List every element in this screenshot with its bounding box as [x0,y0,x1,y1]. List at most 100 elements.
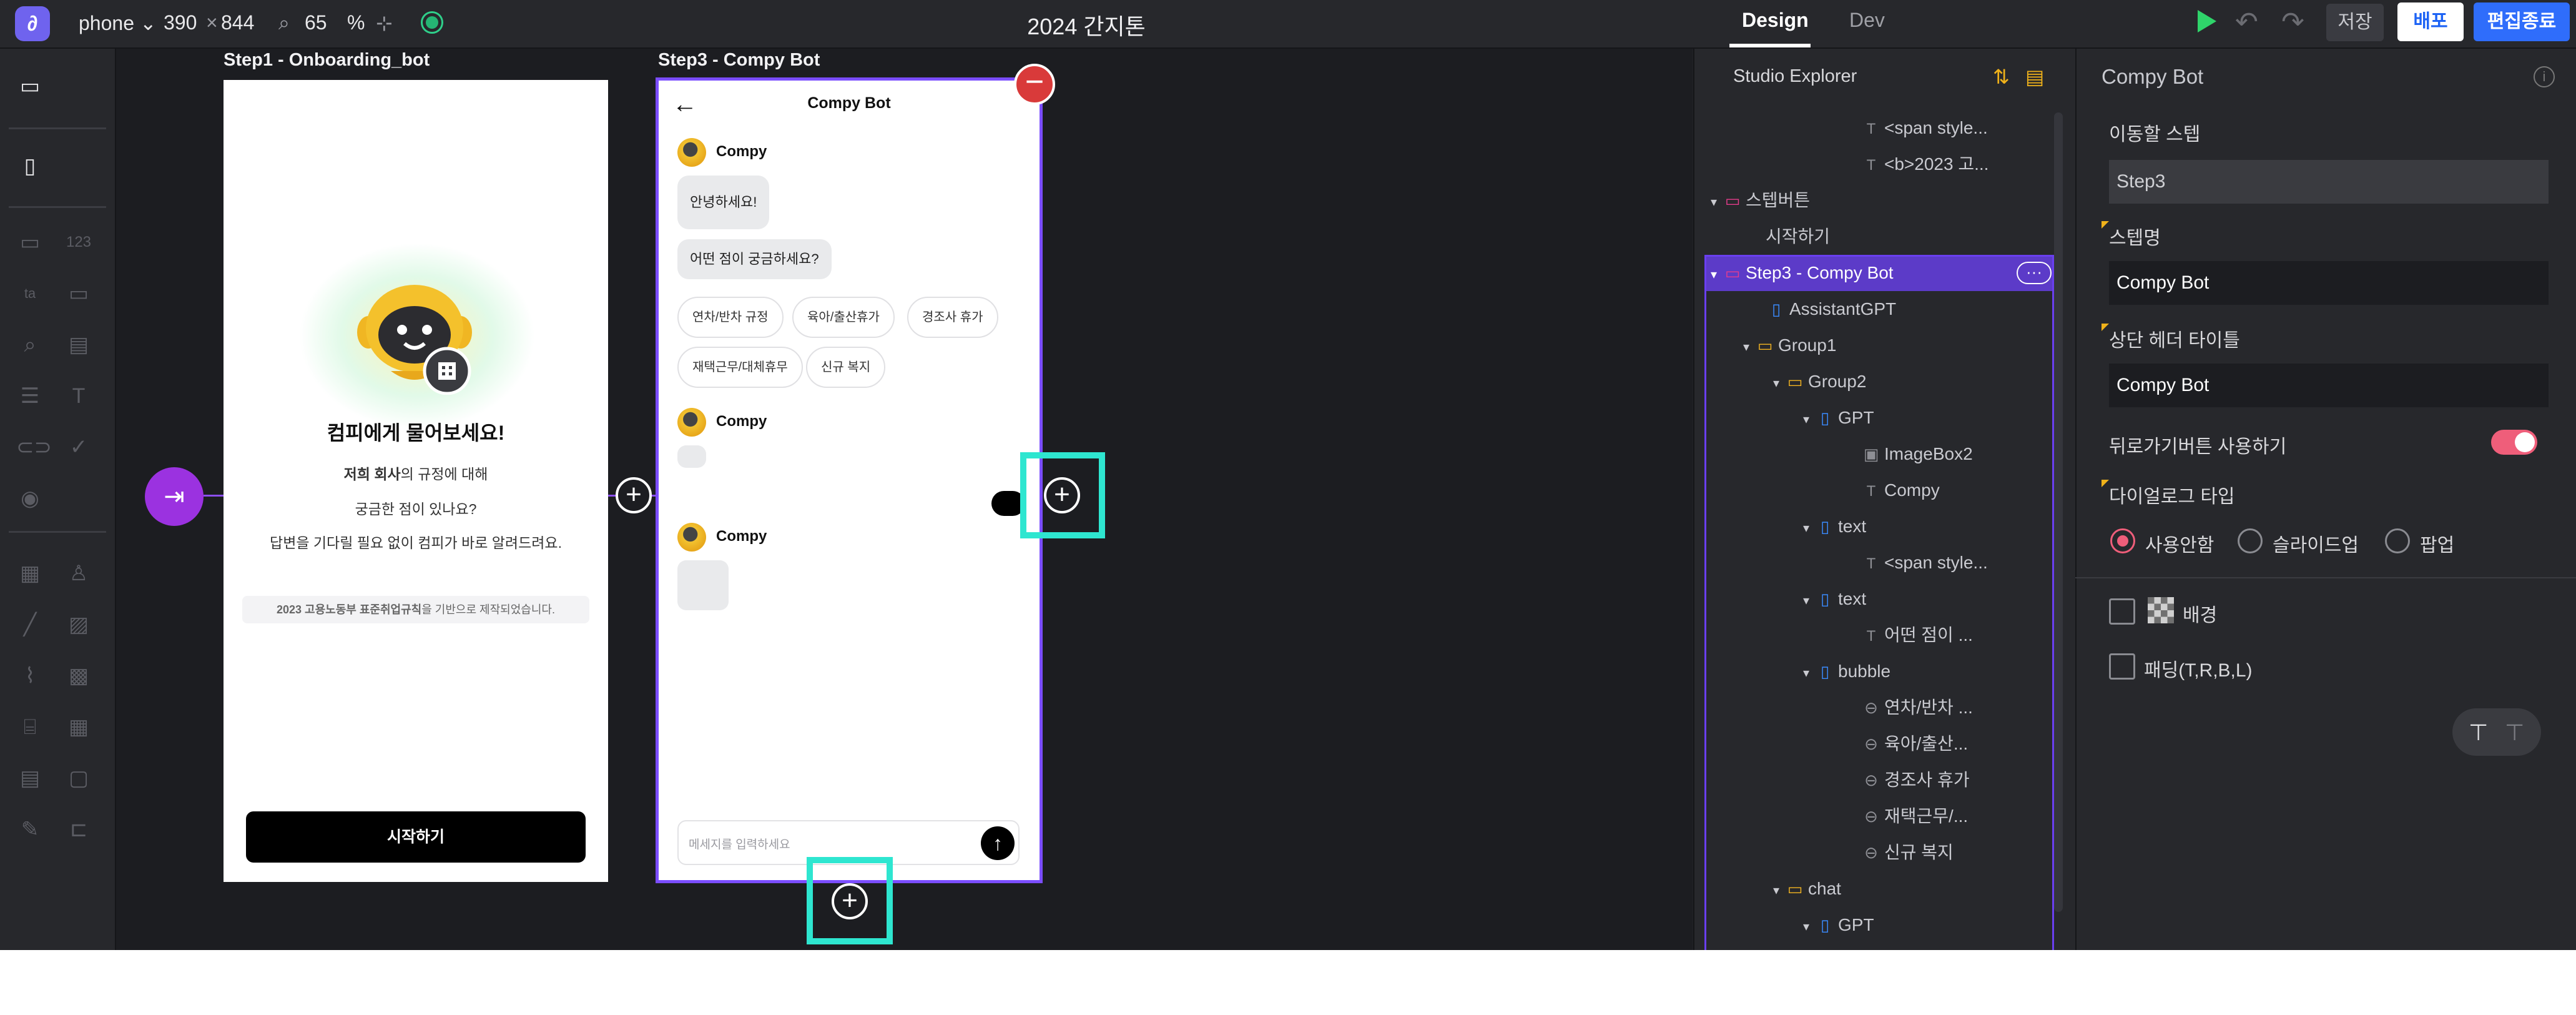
caret-down-icon[interactable]: ▾ [1803,402,1816,438]
image-box-icon[interactable]: ▭ [65,280,92,307]
input-field-icon[interactable]: ▭ [16,229,44,256]
more-options-button[interactable]: ··· [2017,262,2052,284]
device-select[interactable]: phone ⌄ [79,11,157,35]
tree-item[interactable]: ⊖ 연차/반차 ... [1704,690,2060,726]
radio-icon[interactable]: ◉ [16,485,44,512]
stamp-icon[interactable]: ♙ [65,560,92,587]
chip-welfare[interactable]: 신규 복지 [806,347,886,388]
caret-down-icon[interactable]: ▾ [1743,329,1756,365]
button-icon[interactable]: ⊂⊃ [16,433,52,461]
caret-down-icon[interactable]: ▾ [1803,909,1816,945]
tab-design[interactable]: Design [1742,9,1809,32]
fit-screen-icon[interactable]: ⊹ [376,11,393,35]
pen-icon[interactable]: ✎ [16,816,44,843]
tree-item[interactable]: ▯ AssistantGPT [1704,291,2060,327]
deploy-button[interactable]: 배포 [2397,2,2464,41]
text-field-icon[interactable]: ta [16,280,44,307]
tree-icon[interactable]: ⊏ [65,816,92,843]
play-icon[interactable] [2198,10,2216,32]
line-icon[interactable]: ╱ [16,611,44,638]
tree-item[interactable]: ▾ ▯ text [1704,581,2060,617]
text-icon[interactable]: T [65,382,92,410]
add-step-right-button[interactable]: + [1044,477,1080,513]
image-icon[interactable]: ▨ [65,611,92,638]
calendar-check-icon[interactable]: ▩ [65,662,92,690]
tree-item[interactable]: ▾ ▯ GPT [1704,907,2060,943]
code-icon[interactable]: ⌸ [16,713,44,741]
tree-item[interactable]: 시작하기 [1704,219,2060,255]
tree-item[interactable]: ⊖ 재택근무/... [1704,798,2060,834]
collapse-all-icon[interactable]: ▤ [2025,65,2044,89]
app-logo[interactable]: ∂ [15,6,50,41]
chip-leave[interactable]: 연차/반차 규정 [677,297,784,338]
undo-icon[interactable]: ↶ [2235,6,2258,38]
end-edit-button[interactable]: 편집종료 [2474,2,2570,41]
caret-down-icon[interactable]: ▾ [1773,873,1786,909]
tree-item-step-button[interactable]: ▾ ▭ 스텝버튼 [1704,182,2060,219]
number-input-icon[interactable]: 123 [65,229,92,256]
tree-item[interactable]: T <span style... [1704,110,2060,146]
search-icon[interactable]: ⌕ [16,331,44,359]
radio-popup[interactable] [2385,528,2410,553]
checkmark-icon[interactable]: ✓ [65,433,92,461]
chip-family-event[interactable]: 경조사 휴가 [907,297,998,338]
back-button-toggle[interactable] [2491,430,2537,455]
caret-down-icon[interactable]: ▾ [1803,583,1816,619]
layer-tree[interactable]: T <span style... T <b>2023 고... ▾ ▭ 스텝버튼 시작하… [1704,110,2060,950]
layout-icon[interactable]: ▭ [16,72,44,100]
save-button[interactable]: 저장 [2326,4,2384,41]
height-value[interactable]: 844 [221,11,254,34]
radio-none[interactable] [2110,528,2135,553]
caret-down-icon[interactable]: ▾ [1803,655,1816,691]
tree-item[interactable]: ▾ ▯ bubble [1704,653,2060,690]
start-button[interactable]: 시작하기 [246,811,586,863]
tree-item[interactable]: ⊖ 육아/출산... [1704,726,2060,762]
caret-down-icon[interactable]: ▾ [1803,510,1816,547]
send-icon[interactable]: ↑ [981,826,1015,860]
tab-dev[interactable]: Dev [1849,9,1885,32]
tree-item[interactable]: ▾ ▯ GPT [1704,400,2060,436]
paint-format-off-icon[interactable]: ⊤ [2505,720,2524,746]
header-title-field[interactable]: Compy Bot [2109,364,2549,407]
frame-step1-onboarding[interactable]: 컴피에게 물어보세요! 저희 회사의 규정에 대해 궁금한 점이 있나요? 답변… [224,80,608,882]
frame-step3-compy-bot[interactable]: ← Compy Bot Compy 안녕하세요! 어떤 점이 궁금하세요? 연차… [656,77,1043,883]
tree-item[interactable]: T 어떤 점이 ... [1704,617,2060,653]
gallery-icon[interactable]: ▤ [16,765,44,792]
add-step-below-button[interactable]: + [832,883,868,919]
table-icon[interactable]: ▤ [65,331,92,359]
chip-remote-work[interactable]: 재택근무/대체휴무 [677,347,803,388]
caret-down-icon[interactable]: ▾ [1711,257,1723,293]
tree-item-step3-selected[interactable]: ▾ ▭ Step3 - Compy Bot ··· [1704,255,2060,291]
zoom-value[interactable]: 65 [305,11,327,34]
tree-item[interactable]: ▣ ImageBox2 [1704,436,2060,472]
tree-item[interactable]: ▾ ▭ Group2 [1704,364,2060,400]
tree-item[interactable]: ▾ ▯ text [1704,508,2060,545]
padding-checkbox[interactable] [2109,653,2135,680]
tree-item[interactable]: ▾ ▭ Group1 [1704,327,2060,364]
sort-icon[interactable]: ⇅ [1993,65,2010,89]
design-canvas[interactable]: Step1 - Onboarding_bot Step3 - Compy Bot… [116,49,1692,950]
paint-format-icon[interactable]: ⊤ [2469,720,2488,746]
tree-item[interactable]: ▾ ▭ chat [1704,871,2060,907]
caret-down-icon[interactable]: ▾ [1711,184,1723,220]
add-step-button[interactable]: + [616,477,652,513]
delete-frame-button[interactable]: − [1014,64,1055,105]
tree-item[interactable]: ⊖ 경조사 휴가 [1704,762,2060,798]
step-name-field[interactable]: Compy Bot [2109,261,2549,305]
date-icon[interactable]: ▦ [65,713,92,741]
folder-icon[interactable]: ▢ [65,765,92,792]
page-icon[interactable]: ▯ [16,152,44,180]
explorer-scrollbar[interactable] [2054,112,2063,912]
tree-item[interactable]: T <b>2023 고... [1704,146,2060,182]
caret-down-icon[interactable]: ▾ [1773,365,1786,402]
entry-point-icon[interactable]: ⇥ [145,467,204,526]
tree-item[interactable]: T Compy [1704,472,2060,508]
attachment-icon[interactable]: ⌇ [16,662,44,690]
calendar-icon[interactable]: ▦ [16,560,44,587]
tree-item[interactable]: T <span style... [1704,545,2060,581]
background-checkbox[interactable] [2109,598,2135,625]
width-value[interactable]: 390 [164,11,197,34]
chip-maternity[interactable]: 육아/출산휴가 [792,297,895,338]
info-icon[interactable]: i [2534,66,2555,87]
tree-item[interactable]: ⊖ 신규 복지 [1704,834,2060,871]
